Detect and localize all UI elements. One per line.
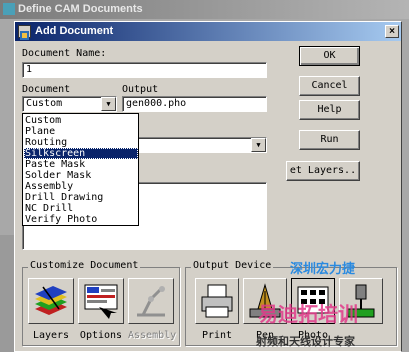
ok-button[interactable]: OK [299, 46, 360, 66]
help-button[interactable]: Help [299, 100, 360, 120]
list-item-selected[interactable]: Silkscreen [24, 148, 138, 159]
dropdown-arrow-icon[interactable]: ▼ [101, 97, 116, 111]
close-button[interactable]: × [385, 25, 399, 38]
layers-label: Layers [32, 330, 70, 341]
app-logo-icon [3, 3, 15, 15]
options-icon [84, 284, 118, 319]
background-window-edge [0, 235, 14, 352]
printer-icon [201, 284, 233, 318]
secondary-dropdown-arrow-icon[interactable]: ▼ [251, 138, 266, 152]
options-label: Options [79, 330, 123, 341]
secondary-dropdown[interactable] [122, 137, 267, 153]
document-type-label: Document [22, 84, 71, 95]
output-group-title: Output Device [191, 260, 274, 271]
document-type-list[interactable]: Custom Plane Routing Silkscreen Paste Ma… [22, 113, 139, 226]
list-item[interactable]: Routing [24, 137, 138, 148]
document-name-input[interactable]: 1 [22, 62, 267, 78]
customize-group-title: Customize Document [28, 260, 141, 271]
print-label: Print [201, 330, 233, 341]
assembly-icon [137, 286, 165, 317]
layers-button[interactable] [28, 278, 74, 324]
list-item[interactable]: Drill Drawing [24, 192, 138, 203]
document-type-value: Custom [26, 98, 63, 109]
layers-icon [35, 286, 67, 315]
select-layers-button[interactable]: et Layers.. [286, 161, 360, 181]
watermark-top: 深圳宏力捷 [290, 262, 356, 277]
list-item[interactable]: Solder Mask [24, 170, 138, 181]
assembly-label: Assembly [128, 330, 177, 341]
options-button[interactable] [78, 278, 124, 324]
output-file-input[interactable]: gen000.pho [122, 96, 267, 112]
list-item[interactable]: Verify Photo [24, 214, 138, 225]
output-label: Output [122, 84, 159, 95]
list-item[interactable]: Plane [24, 126, 138, 137]
list-item[interactable]: NC Drill [24, 203, 138, 214]
assembly-button[interactable] [128, 278, 174, 324]
print-button[interactable] [195, 278, 239, 324]
list-item[interactable]: Custom [24, 115, 138, 126]
watermark-big: 易迪拓培训 [258, 302, 358, 326]
document-name-label: Document Name: [22, 48, 107, 59]
cancel-button[interactable]: Cancel [299, 76, 360, 96]
list-item[interactable]: Assembly [24, 181, 138, 192]
list-item[interactable]: Paste Mask [24, 159, 138, 170]
run-button[interactable]: Run [299, 130, 360, 150]
background-window-title: Define CAM Documents [0, 0, 409, 19]
watermark-bottom: 射频和天线设计专家 [256, 335, 355, 348]
dialog-title: Add Document [15, 22, 401, 41]
dialog-app-icon [18, 25, 31, 40]
